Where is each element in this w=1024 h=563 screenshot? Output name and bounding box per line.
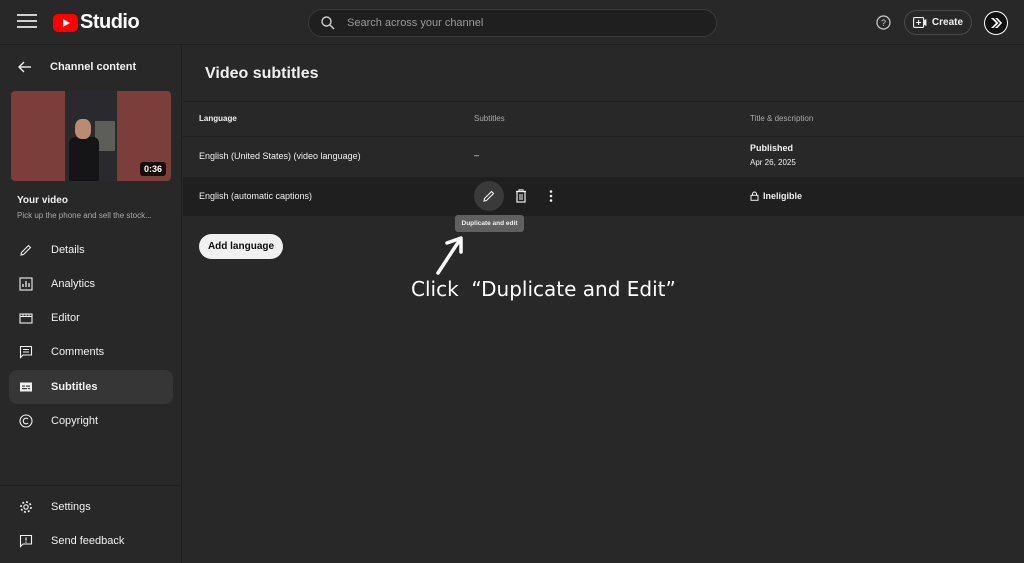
header-divider — [183, 101, 1024, 102]
video-duration: 0:36 — [139, 162, 166, 176]
trash-icon — [516, 189, 526, 203]
column-header-language: Language — [199, 114, 237, 123]
pencil-icon — [483, 190, 495, 202]
editor-icon — [18, 310, 34, 326]
subtitles-icon — [18, 379, 34, 395]
annotation-text: Click “Duplicate and Edit” — [411, 277, 676, 301]
row-title-status: Ineligible — [750, 191, 802, 201]
logo-text: Studio — [80, 11, 140, 33]
create-label: Create — [931, 17, 964, 28]
row-language: English (automatic captions) — [199, 191, 313, 201]
duplicate-and-edit-button[interactable] — [474, 181, 504, 211]
delete-button[interactable] — [512, 187, 530, 205]
sidebar-item-label: Send feedback — [51, 535, 125, 547]
pencil-icon — [18, 242, 34, 258]
back-label: Channel content — [50, 61, 137, 73]
sidebar-item-label: Comments — [51, 346, 105, 358]
video-thumbnail[interactable]: 0:36 — [11, 91, 171, 181]
row-subtitles-value: – — [474, 150, 480, 160]
comments-icon — [18, 344, 34, 360]
sidebar-item-details[interactable]: Details — [9, 233, 173, 267]
sidebar-item-editor[interactable]: Editor — [9, 301, 173, 335]
create-button[interactable]: Create — [904, 10, 972, 35]
lock-icon — [750, 191, 759, 201]
sidebar: Channel content 0:36 Your video Pick up … — [0, 45, 182, 563]
sidebar-item-label: Subtitles — [51, 381, 98, 393]
add-language-button[interactable]: Add language — [199, 234, 283, 259]
sidebar-item-label: Details — [51, 244, 85, 256]
sidebar-item-label: Editor — [51, 312, 80, 324]
sidebar-item-analytics[interactable]: Analytics — [9, 267, 173, 301]
page-title: Video subtitles — [205, 65, 319, 82]
column-header-subtitles: Subtitles — [474, 114, 505, 123]
table-divider — [183, 136, 1024, 137]
thumbnail-image — [65, 91, 117, 181]
sidebar-item-copyright[interactable]: Copyright — [9, 404, 173, 438]
studio-logo[interactable]: Studio — [53, 11, 140, 34]
your-video-heading: Your video — [17, 195, 68, 206]
arrow-back-icon — [18, 61, 31, 73]
video-title: Pick up the phone and sell the stock... — [17, 211, 152, 220]
sidebar-divider — [0, 485, 182, 486]
main-content: Video subtitles Language Subtitles Title… — [183, 45, 1024, 563]
svg-text:?: ? — [881, 18, 886, 28]
sidebar-item-label: Settings — [51, 501, 91, 513]
sidebar-item-settings[interactable]: Settings — [9, 490, 173, 524]
table-divider — [183, 215, 1024, 216]
copyright-icon — [18, 413, 34, 429]
gear-icon — [18, 499, 34, 515]
avatar[interactable] — [984, 11, 1008, 35]
search-bar[interactable] — [308, 9, 717, 37]
row-language: English (United States) (video language) — [199, 151, 361, 161]
help-icon[interactable]: ? — [876, 15, 891, 30]
tooltip: Duplicate and edit — [455, 215, 524, 232]
channel-logo-icon — [991, 18, 1002, 28]
row-title-status[interactable]: Published — [750, 143, 793, 153]
create-video-icon — [912, 17, 927, 28]
search-input[interactable] — [347, 17, 687, 29]
sidebar-item-comments[interactable]: Comments — [9, 335, 173, 369]
feedback-icon — [18, 533, 34, 549]
row-title-date: Apr 26, 2025 — [750, 158, 796, 167]
top-bar: Studio ? Create — [0, 0, 1024, 45]
search-icon — [321, 16, 335, 30]
more-vert-icon — [549, 190, 553, 202]
status-label: Ineligible — [763, 191, 803, 201]
sidebar-item-label: Analytics — [51, 278, 96, 290]
menu-icon[interactable] — [17, 14, 37, 30]
annotation-arrow-icon — [436, 236, 463, 275]
more-options-button[interactable] — [542, 187, 560, 205]
analytics-icon — [18, 276, 34, 292]
sidebar-item-send-feedback[interactable]: Send feedback — [9, 524, 173, 558]
column-header-title-description: Title & description — [750, 114, 814, 123]
sidebar-item-subtitles[interactable]: Subtitles — [9, 370, 173, 404]
sidebar-item-label: Copyright — [51, 415, 99, 427]
back-to-channel-content[interactable]: Channel content — [18, 61, 136, 73]
youtube-play-icon — [53, 13, 78, 32]
